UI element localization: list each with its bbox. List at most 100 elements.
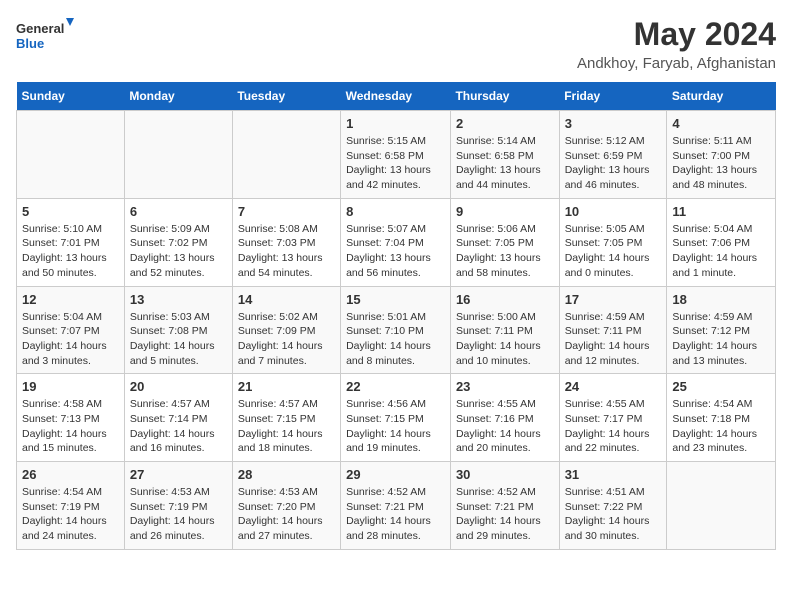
cell-info: Sunrise: 5:15 AMSunset: 6:58 PMDaylight:… bbox=[346, 134, 445, 193]
day-number: 23 bbox=[456, 379, 554, 394]
calendar-cell: 14Sunrise: 5:02 AMSunset: 7:09 PMDayligh… bbox=[232, 286, 340, 374]
calendar-cell bbox=[124, 111, 232, 199]
calendar-cell: 18Sunrise: 4:59 AMSunset: 7:12 PMDayligh… bbox=[667, 286, 776, 374]
cell-info: Sunrise: 4:53 AMSunset: 7:19 PMDaylight:… bbox=[130, 485, 227, 544]
week-row-4: 19 Sunrise: 4:58 AMSunset: 7:13 PMDayligh… bbox=[17, 374, 776, 462]
day-number: 9 bbox=[456, 204, 554, 219]
day-number: 13 bbox=[130, 292, 227, 307]
cell-info: Sunrise: 5:10 AMSunset: 7:01 PMDaylight:… bbox=[22, 222, 119, 281]
cell-info: Sunrise: 5:06 AMSunset: 7:05 PMDaylight:… bbox=[456, 222, 554, 281]
day-number: 7 bbox=[238, 204, 335, 219]
cell-info: Sunrise: 4:59 AMSunset: 7:12 PMDaylight:… bbox=[672, 310, 770, 369]
cell-info: Sunrise: 5:08 AMSunset: 7:03 PMDaylight:… bbox=[238, 222, 335, 281]
cell-info: Sunrise: 4:54 AMSunset: 7:19 PMDaylight:… bbox=[22, 485, 119, 544]
day-number: 8 bbox=[346, 204, 445, 219]
cell-info: Sunrise: 4:58 AMSunset: 7:13 PMDaylight:… bbox=[22, 397, 119, 456]
day-number: 1 bbox=[346, 116, 445, 131]
cell-info: Sunrise: 5:12 AMSunset: 6:59 PMDaylight:… bbox=[565, 134, 662, 193]
cell-info: Sunrise: 4:56 AMSunset: 7:15 PMDaylight:… bbox=[346, 397, 445, 456]
cell-info: Sunrise: 4:55 AMSunset: 7:16 PMDaylight:… bbox=[456, 397, 554, 456]
day-number: 16 bbox=[456, 292, 554, 307]
day-number: 10 bbox=[565, 204, 662, 219]
day-number: 11 bbox=[672, 204, 770, 219]
day-number: 14 bbox=[238, 292, 335, 307]
calendar-cell: 23 Sunrise: 4:55 AMSunset: 7:16 PMDayligh… bbox=[450, 374, 559, 462]
header-wednesday: Wednesday bbox=[341, 82, 451, 111]
calendar-cell: 5 Sunrise: 5:10 AMSunset: 7:01 PMDaylight… bbox=[17, 198, 125, 286]
calendar-cell: 9 Sunrise: 5:06 AMSunset: 7:05 PMDaylight… bbox=[450, 198, 559, 286]
calendar-cell: 25 Sunrise: 4:54 AMSunset: 7:18 PMDayligh… bbox=[667, 374, 776, 462]
day-number: 17 bbox=[565, 292, 662, 307]
header-friday: Friday bbox=[559, 82, 667, 111]
calendar-cell: 15Sunrise: 5:01 AMSunset: 7:10 PMDayligh… bbox=[341, 286, 451, 374]
cell-info: Sunrise: 5:14 AMSunset: 6:58 PMDaylight:… bbox=[456, 134, 554, 193]
cell-info: Sunrise: 4:59 AMSunset: 7:11 PMDaylight:… bbox=[565, 310, 662, 369]
day-number: 25 bbox=[672, 379, 770, 394]
calendar-cell: 20 Sunrise: 4:57 AMSunset: 7:14 PMDayligh… bbox=[124, 374, 232, 462]
day-number: 12 bbox=[22, 292, 119, 307]
calendar-cell: 30 Sunrise: 4:52 AMSunset: 7:21 PMDayligh… bbox=[450, 462, 559, 550]
logo: GeneralBlue bbox=[16, 16, 76, 56]
day-number: 22 bbox=[346, 379, 445, 394]
calendar-cell bbox=[17, 111, 125, 199]
cell-info: Sunrise: 4:57 AMSunset: 7:14 PMDaylight:… bbox=[130, 397, 227, 456]
day-number: 20 bbox=[130, 379, 227, 394]
day-number: 4 bbox=[672, 116, 770, 131]
calendar-cell: 29Sunrise: 4:52 AMSunset: 7:21 PMDayligh… bbox=[341, 462, 451, 550]
svg-text:Blue: Blue bbox=[16, 36, 44, 51]
calendar-cell: 21 Sunrise: 4:57 AMSunset: 7:15 PMDayligh… bbox=[232, 374, 340, 462]
title-area: May 2024 Andkhoy, Faryab, Afghanistan bbox=[577, 16, 776, 72]
cell-info: Sunrise: 5:07 AMSunset: 7:04 PMDaylight:… bbox=[346, 222, 445, 281]
day-number: 19 bbox=[22, 379, 119, 394]
week-row-5: 26Sunrise: 4:54 AMSunset: 7:19 PMDayligh… bbox=[17, 462, 776, 550]
calendar-table: SundayMondayTuesdayWednesdayThursdayFrid… bbox=[16, 82, 776, 550]
day-number: 2 bbox=[456, 116, 554, 131]
cell-info: Sunrise: 4:54 AMSunset: 7:18 PMDaylight:… bbox=[672, 397, 770, 456]
calendar-cell: 26Sunrise: 4:54 AMSunset: 7:19 PMDayligh… bbox=[17, 462, 125, 550]
page-header: GeneralBlue May 2024 Andkhoy, Faryab, Af… bbox=[16, 16, 776, 72]
calendar-cell: 8 Sunrise: 5:07 AMSunset: 7:04 PMDaylight… bbox=[341, 198, 451, 286]
day-number: 30 bbox=[456, 467, 554, 482]
calendar-cell bbox=[667, 462, 776, 550]
cell-info: Sunrise: 5:05 AMSunset: 7:05 PMDaylight:… bbox=[565, 222, 662, 281]
cell-info: Sunrise: 4:51 AMSunset: 7:22 PMDaylight:… bbox=[565, 485, 662, 544]
week-row-3: 12Sunrise: 5:04 AMSunset: 7:07 PMDayligh… bbox=[17, 286, 776, 374]
cell-info: Sunrise: 5:04 AMSunset: 7:06 PMDaylight:… bbox=[672, 222, 770, 281]
page-subtitle: Andkhoy, Faryab, Afghanistan bbox=[577, 55, 776, 72]
day-number: 21 bbox=[238, 379, 335, 394]
day-number: 15 bbox=[346, 292, 445, 307]
calendar-cell: 3 Sunrise: 5:12 AMSunset: 6:59 PMDaylight… bbox=[559, 111, 667, 199]
calendar-cell: 22 Sunrise: 4:56 AMSunset: 7:15 PMDayligh… bbox=[341, 374, 451, 462]
calendar-cell: 7 Sunrise: 5:08 AMSunset: 7:03 PMDaylight… bbox=[232, 198, 340, 286]
header-tuesday: Tuesday bbox=[232, 82, 340, 111]
header-sunday: Sunday bbox=[17, 82, 125, 111]
svg-text:General: General bbox=[16, 21, 64, 36]
logo-icon: GeneralBlue bbox=[16, 16, 76, 56]
header-thursday: Thursday bbox=[450, 82, 559, 111]
calendar-cell bbox=[232, 111, 340, 199]
calendar-cell: 2 Sunrise: 5:14 AMSunset: 6:58 PMDaylight… bbox=[450, 111, 559, 199]
calendar-cell: 16 Sunrise: 5:00 AMSunset: 7:11 PMDayligh… bbox=[450, 286, 559, 374]
day-number: 3 bbox=[565, 116, 662, 131]
header-saturday: Saturday bbox=[667, 82, 776, 111]
cell-info: Sunrise: 4:53 AMSunset: 7:20 PMDaylight:… bbox=[238, 485, 335, 544]
day-number: 6 bbox=[130, 204, 227, 219]
calendar-cell: 24 Sunrise: 4:55 AMSunset: 7:17 PMDayligh… bbox=[559, 374, 667, 462]
cell-info: Sunrise: 5:00 AMSunset: 7:11 PMDaylight:… bbox=[456, 310, 554, 369]
calendar-cell: 12Sunrise: 5:04 AMSunset: 7:07 PMDayligh… bbox=[17, 286, 125, 374]
header-monday: Monday bbox=[124, 82, 232, 111]
page-title: May 2024 bbox=[577, 16, 776, 53]
day-number: 5 bbox=[22, 204, 119, 219]
calendar-cell: 31 Sunrise: 4:51 AMSunset: 7:22 PMDayligh… bbox=[559, 462, 667, 550]
cell-info: Sunrise: 4:52 AMSunset: 7:21 PMDaylight:… bbox=[456, 485, 554, 544]
cell-info: Sunrise: 5:03 AMSunset: 7:08 PMDaylight:… bbox=[130, 310, 227, 369]
cell-info: Sunrise: 4:57 AMSunset: 7:15 PMDaylight:… bbox=[238, 397, 335, 456]
calendar-cell: 6Sunrise: 5:09 AMSunset: 7:02 PMDaylight… bbox=[124, 198, 232, 286]
cell-info: Sunrise: 4:55 AMSunset: 7:17 PMDaylight:… bbox=[565, 397, 662, 456]
cell-info: Sunrise: 4:52 AMSunset: 7:21 PMDaylight:… bbox=[346, 485, 445, 544]
calendar-cell: 10 Sunrise: 5:05 AMSunset: 7:05 PMDayligh… bbox=[559, 198, 667, 286]
calendar-cell: 28Sunrise: 4:53 AMSunset: 7:20 PMDayligh… bbox=[232, 462, 340, 550]
calendar-cell: 19 Sunrise: 4:58 AMSunset: 7:13 PMDayligh… bbox=[17, 374, 125, 462]
day-number: 31 bbox=[565, 467, 662, 482]
day-number: 24 bbox=[565, 379, 662, 394]
